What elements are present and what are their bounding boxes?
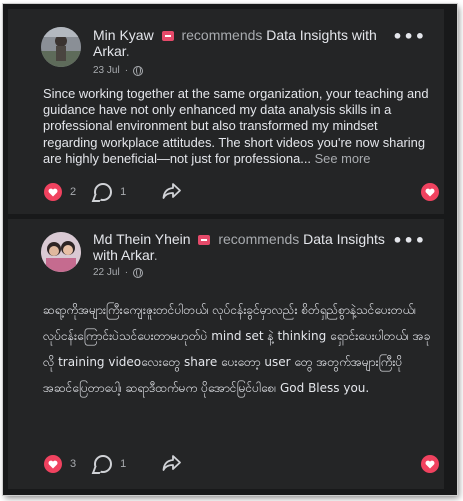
more-icon[interactable]: ••• <box>392 231 426 250</box>
see-more-link[interactable]: See more <box>315 151 371 166</box>
post-header: Md Thein Yhein recommends Data Insights … <box>93 231 385 263</box>
recommends-label: recommends <box>181 27 263 43</box>
comment-icon[interactable] <box>94 455 113 473</box>
post-actions: 3 1 <box>44 452 439 476</box>
post-text: ဆရာ့ကိုအများကြီးကျေးဇူးတင်ပါတယ်၊ လုပ်ငန်… <box>43 303 431 395</box>
comment-count[interactable]: 1 <box>120 458 126 470</box>
feed-screenshot: Min Kyaw recommends Data Insights with A… <box>3 4 457 495</box>
post-meta: 23 Jul · <box>93 65 144 76</box>
share-icon[interactable] <box>162 182 182 203</box>
post-date[interactable]: 23 Jul <box>93 65 120 76</box>
more-icon[interactable]: ••• <box>392 27 426 46</box>
recommends-label: recommends <box>218 231 300 247</box>
author-name[interactable]: Min Kyaw <box>93 27 154 43</box>
globe-icon <box>133 65 144 76</box>
post-body: ဆရာ့ကိုအများကြီးကျေးဇူးတင်ပါတယ်၊ လုပ်ငန်… <box>43 297 439 401</box>
post-meta: 22 Jul · <box>93 267 144 278</box>
meta-separator: · <box>124 65 129 76</box>
comment-icon[interactable] <box>94 183 113 201</box>
heart-icon[interactable] <box>44 455 62 473</box>
favorite-heart-icon[interactable] <box>421 183 439 201</box>
author-name[interactable]: Md Thein Yhein <box>93 231 191 247</box>
avatar[interactable] <box>41 27 81 67</box>
recommend-badge-icon <box>161 31 174 41</box>
post-date[interactable]: 22 Jul <box>93 267 120 278</box>
post-text: Since working together at the same organ… <box>43 86 429 166</box>
meta-separator: · <box>124 267 129 278</box>
globe-icon <box>133 267 144 278</box>
heart-icon[interactable] <box>44 183 62 201</box>
recommend-badge-icon <box>198 235 211 245</box>
favorite-heart-icon[interactable] <box>421 455 439 473</box>
reaction-count[interactable]: 3 <box>70 458 76 470</box>
recommendation-card: Md Thein Yhein recommends Data Insights … <box>8 219 444 489</box>
recommendation-card: Min Kyaw recommends Data Insights with A… <box>8 9 444 214</box>
post-actions: 2 1 <box>44 180 439 204</box>
comment-count[interactable]: 1 <box>120 186 126 198</box>
avatar[interactable] <box>41 232 81 272</box>
reaction-count[interactable]: 2 <box>70 186 76 198</box>
post-header: Min Kyaw recommends Data Insights with A… <box>93 27 377 59</box>
share-icon[interactable] <box>162 454 182 475</box>
post-body: Since working together at the same organ… <box>43 86 433 172</box>
